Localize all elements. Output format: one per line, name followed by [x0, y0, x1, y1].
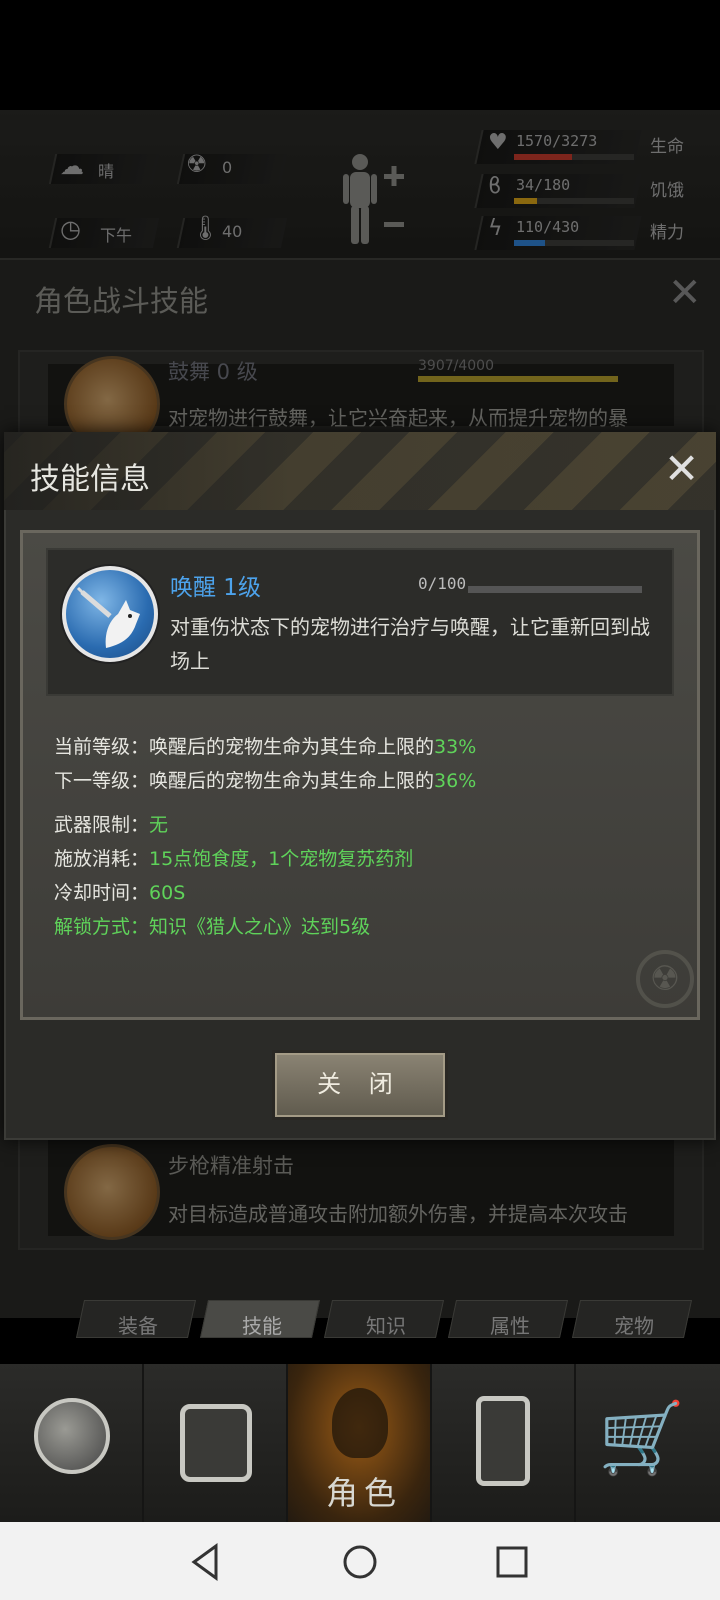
- weapon-limit-value: 无: [149, 814, 169, 836]
- walkie-talkie-icon: [476, 1396, 530, 1486]
- dialog-title: 技能信息: [30, 462, 150, 497]
- shopping-cart-icon: 🛒: [598, 1397, 686, 1479]
- nav-inventory[interactable]: [144, 1364, 288, 1522]
- recents-icon[interactable]: [490, 1540, 534, 1584]
- globe-icon: [34, 1398, 110, 1474]
- unlock-line: 解锁方式：知识《猎人之心》达到5级: [54, 912, 370, 939]
- close-icon[interactable]: ✕: [664, 448, 699, 490]
- weapon-limit-line: 武器限制：无: [54, 810, 168, 837]
- revive-skill-icon: [62, 566, 158, 678]
- emblem-circle: [62, 566, 158, 662]
- cost-line: 施放消耗：15点饱食度，1个宠物复苏药剂: [54, 844, 413, 871]
- nav-radio[interactable]: [432, 1364, 576, 1522]
- current-level-line: 当前等级：唤醒后的宠物生命为其生命上限的33%: [54, 732, 476, 759]
- cooldown-line: 冷却时间：60S: [54, 878, 185, 905]
- skill-description: 对重伤状态下的宠物进行治疗与唤醒，让它重新回到战场上: [170, 615, 650, 673]
- tab-equipment-label: 装备: [118, 1314, 158, 1338]
- next-level-value: 36%: [434, 770, 477, 792]
- skill-name: 唤醒 1级: [170, 575, 261, 601]
- close-button[interactable]: 关 闭: [272, 1050, 448, 1120]
- weapon-limit-label: 武器限制：: [54, 814, 150, 836]
- current-level-value: 33%: [434, 736, 477, 758]
- status-area: [0, 0, 720, 110]
- tab-pets-label: 宠物: [614, 1314, 654, 1338]
- cost-label: 施放消耗：: [54, 848, 150, 870]
- next-level-line: 下一等级：唤醒后的宠物生命为其生命上限的36%: [54, 766, 476, 793]
- nav-map[interactable]: [0, 1364, 144, 1522]
- nav-shop[interactable]: 🛒: [576, 1364, 720, 1522]
- skill-progress-bar: [468, 586, 642, 593]
- backpack-icon: [180, 1404, 252, 1482]
- back-icon[interactable]: [184, 1540, 228, 1584]
- nav-character-label: 角色: [326, 1474, 403, 1512]
- current-level-label: 当前等级：唤醒后的宠物生命为其生命上限的: [54, 736, 435, 758]
- cost-value: 15点饱食度，1个宠物复苏药剂: [149, 848, 414, 870]
- unlock-label: 解锁方式：: [54, 916, 150, 938]
- unlock-value: 知识《猎人之心》达到5级: [149, 916, 371, 938]
- character-icon: [332, 1388, 388, 1458]
- tab-attributes-label: 属性: [490, 1314, 530, 1338]
- cooldown-value: 60S: [149, 882, 186, 904]
- cooldown-label: 冷却时间：: [54, 882, 150, 904]
- tab-skills-label: 技能: [242, 1314, 282, 1338]
- radiation-watermark-icon: ☢: [636, 950, 694, 1008]
- skill-progress: 0/100: [418, 574, 467, 593]
- home-icon[interactable]: [338, 1540, 382, 1584]
- tab-knowledge-label: 知识: [366, 1314, 406, 1338]
- next-level-label: 下一等级：唤醒后的宠物生命为其生命上限的: [54, 770, 435, 792]
